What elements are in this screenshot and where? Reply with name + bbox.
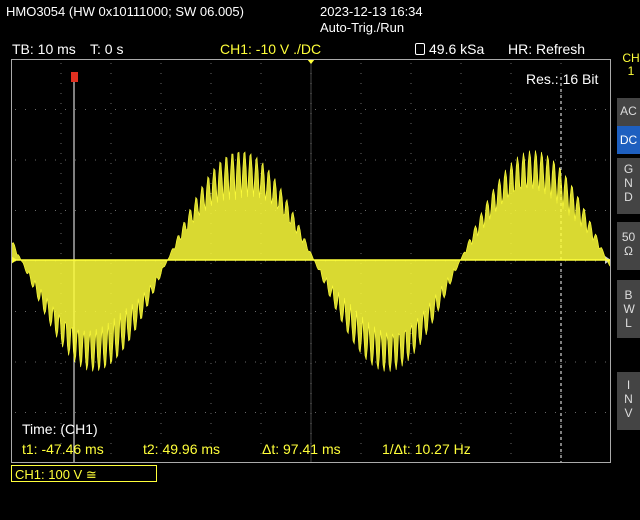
sample-rate: 49.6 kSa: [415, 41, 484, 57]
channel-label: CH 1: [622, 51, 640, 78]
side-button-inv[interactable]: INV: [617, 372, 640, 430]
header-right: 2023-12-13 16:34 Auto-Trig./Run: [320, 4, 423, 36]
side-button-label: AC: [620, 104, 637, 118]
cursor-t1: t1: -47.46 ms: [22, 441, 104, 457]
timebase[interactable]: TB: 10 ms: [12, 41, 76, 57]
cursor-inv-dt: 1/Δt: 10.27 Hz: [382, 441, 471, 457]
side-button-label: 50 Ω: [621, 230, 636, 258]
sample-rate-value: 49.6 kSa: [429, 41, 485, 57]
cursor-dt: Δt: 97.41 ms: [262, 441, 341, 457]
status-bar: TB: 10 ms T: 0 s CH1: -10 V ./DC 49.6 kS…: [0, 40, 640, 58]
trigger-state: Auto-Trig./Run: [320, 20, 405, 35]
side-button-ac[interactable]: AC: [617, 98, 640, 126]
side-button-dc[interactable]: DC: [617, 126, 640, 154]
side-button-label: GND: [623, 162, 634, 204]
side-button-gnd[interactable]: GND: [617, 158, 640, 214]
side-button-label: BWL: [623, 288, 635, 330]
side-button-50ohm[interactable]: 50 Ω: [617, 222, 640, 270]
lock-icon: [415, 43, 425, 55]
side-button-label: INV: [624, 378, 633, 420]
cursor-t2: t2: 49.96 ms: [143, 441, 221, 457]
hr-mode[interactable]: HR: Refresh: [508, 41, 585, 57]
side-button-bwl[interactable]: BWL: [617, 280, 640, 338]
side-button-label: DC: [619, 133, 638, 147]
datetime: 2023-12-13 16:34: [320, 4, 423, 19]
trigger-time[interactable]: T: 0 s: [90, 41, 123, 57]
channel-scale-box[interactable]: CH1: 100 V ≅: [11, 465, 157, 482]
device-info: HMO3054 (HW 0x10111000; SW 06.005): [6, 4, 244, 19]
cursor-title: Time: (CH1): [22, 421, 98, 437]
screen-border: [11, 59, 611, 463]
resolution-label: Res.: 16 Bit: [526, 71, 599, 87]
channel-setting[interactable]: CH1: -10 V ./DC: [220, 41, 321, 57]
